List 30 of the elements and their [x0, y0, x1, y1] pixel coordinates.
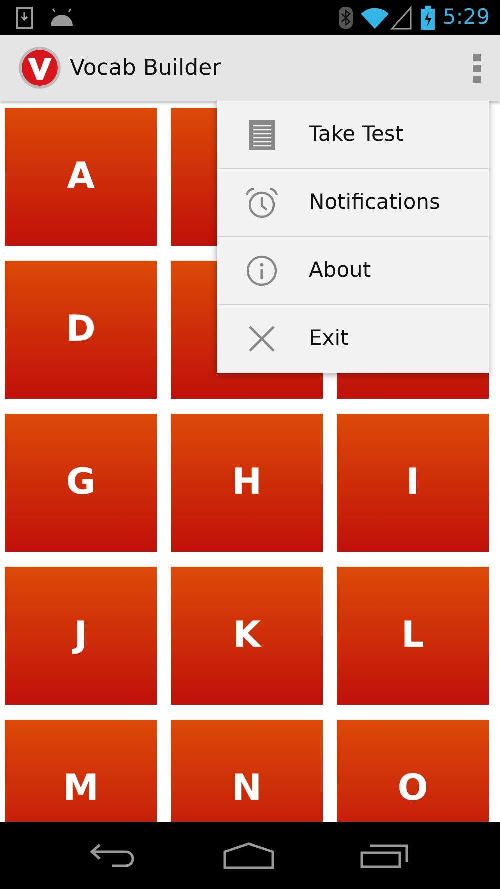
- alarm-clock-icon: [245, 186, 279, 218]
- recent-apps-icon[interactable]: [360, 842, 410, 868]
- android-icon: [49, 8, 75, 28]
- clock: 5:29: [442, 4, 490, 31]
- battery-icon: [420, 6, 435, 30]
- overflow-menu-icon[interactable]: [472, 53, 482, 83]
- app-title: Vocab Builder: [70, 54, 222, 82]
- menu-item[interactable]: Exit: [217, 305, 489, 373]
- info-icon: [246, 254, 278, 286]
- wifi-signal-icon: [360, 6, 413, 30]
- close-icon: [248, 325, 276, 353]
- document-icon: [249, 120, 275, 150]
- menu-item[interactable]: About: [217, 237, 489, 305]
- letter-tile[interactable]: D: [5, 261, 157, 399]
- letter-tile[interactable]: I: [337, 414, 489, 552]
- bluetooth-icon: [338, 6, 353, 28]
- letter-tile[interactable]: A: [5, 108, 157, 246]
- letter-tile[interactable]: H: [171, 414, 323, 552]
- app-logo-icon: [18, 46, 62, 90]
- letter-tile[interactable]: L: [337, 567, 489, 705]
- menu-item[interactable]: Take Test: [217, 101, 489, 169]
- menu-item[interactable]: Notifications: [217, 169, 489, 237]
- letter-tile[interactable]: N: [171, 720, 323, 822]
- letter-tile[interactable]: O: [337, 720, 489, 822]
- download-icon: [16, 6, 33, 28]
- letter-tile[interactable]: G: [5, 414, 157, 552]
- letter-tile[interactable]: K: [171, 567, 323, 705]
- letter-tile[interactable]: M: [5, 720, 157, 822]
- home-icon[interactable]: [223, 842, 275, 870]
- letter-tile[interactable]: J: [5, 567, 157, 705]
